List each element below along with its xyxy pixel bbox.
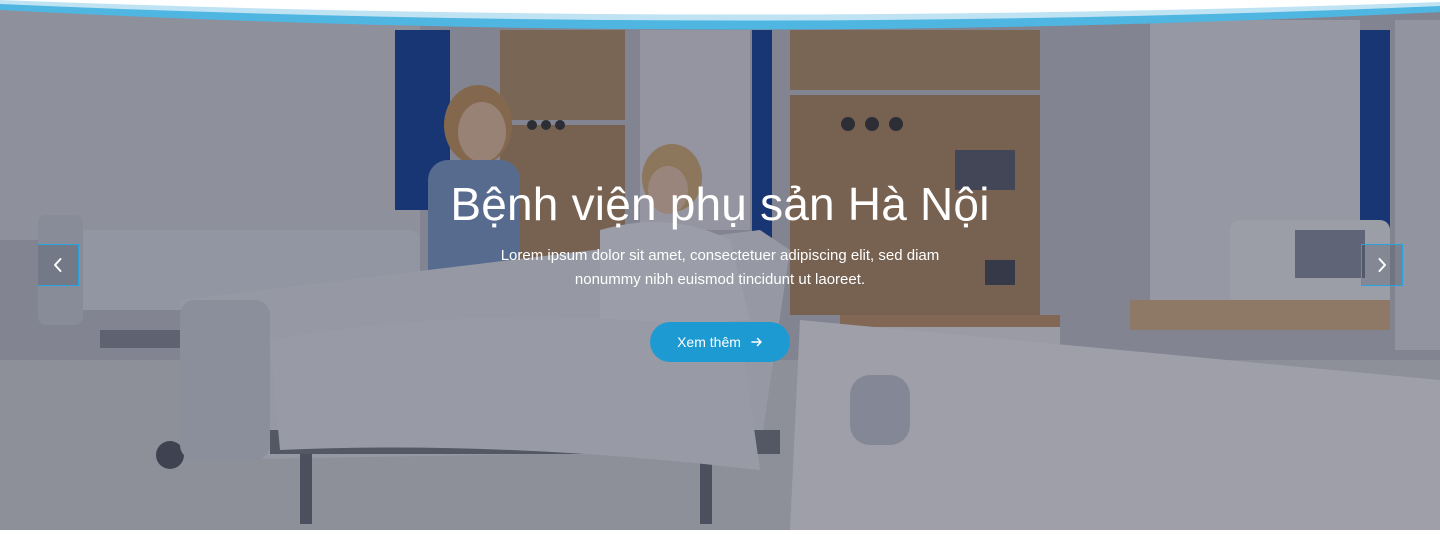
slide-caption: Bệnh viện phụ sản Hà Nội Lorem ipsum dol… (0, 175, 1440, 362)
see-more-label: Xem thêm (677, 334, 741, 350)
chevron-left-icon (52, 257, 64, 273)
arrow-right-icon (751, 336, 763, 349)
slide-description: Lorem ipsum dolor sit amet, consectetuer… (500, 247, 940, 288)
top-wave-decoration (0, 0, 1440, 30)
slide-title: Bệnh viện phụ sản Hà Nội (450, 178, 990, 230)
previous-slide-button[interactable] (37, 244, 79, 286)
see-more-button[interactable]: Xem thêm (650, 322, 790, 362)
next-slide-button[interactable] (1361, 244, 1403, 286)
chevron-right-icon (1376, 257, 1388, 273)
hero-slider: Bệnh viện phụ sản Hà Nội Lorem ipsum dol… (0, 0, 1440, 534)
